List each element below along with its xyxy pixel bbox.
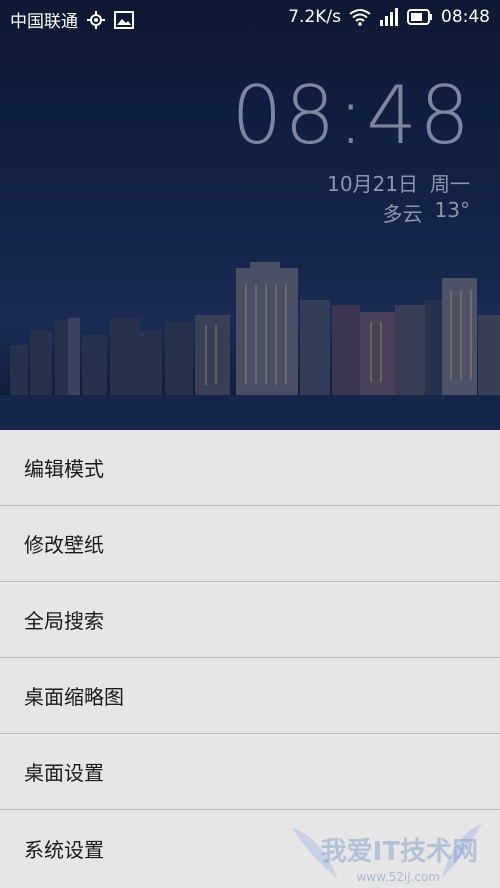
menu-item-change-wallpaper[interactable]: 修改壁纸 [0,506,500,582]
menu-item-label: 系统设置 [24,837,104,862]
clock-widget-time[interactable]: 08:48 [231,76,472,156]
weekday-label: 周一 [430,172,470,196]
temperature-label: 13° [434,198,470,222]
wifi-icon [349,9,371,26]
status-bar: 中国联通 7.2K/s 08:48 [0,0,500,36]
weather-widget: 多云 13° [383,198,470,227]
menu-item-global-search[interactable]: 全局搜索 [0,582,500,658]
battery-icon [407,9,432,25]
watermark-text: 我爱IT技术网 [320,837,478,867]
date-label: 10月21日 [327,172,418,196]
location-icon [87,10,105,29]
watermark-url: www.52ij.com [356,870,440,884]
image-notification-icon [114,10,134,29]
menu-item-edit-mode[interactable]: 编辑模式 [0,430,500,506]
menu-item-label: 编辑模式 [24,457,104,481]
weather-label: 多云 [382,202,423,226]
menu-item-label: 桌面缩略图 [24,685,124,709]
net-speed-label: 7.2K/s [288,7,341,27]
signal-icon [380,8,398,26]
menu-item-desktop-thumbnails[interactable]: 桌面缩略图 [0,658,500,734]
clock-widget-date: 10月21日 周一 [327,168,470,197]
wallpaper: 中国联通 7.2K/s 08:48 08:48 10月21日 周一 多云 13° [0,0,500,430]
menu-item-desktop-settings[interactable]: 桌面设置 [0,734,500,810]
menu-item-label: 桌面设置 [24,761,104,785]
status-time: 08:48 [441,7,490,27]
menu-item-label: 全局搜索 [24,609,104,633]
carrier-label: 中国联通 [10,12,78,32]
menu-item-label: 修改壁纸 [24,533,104,557]
